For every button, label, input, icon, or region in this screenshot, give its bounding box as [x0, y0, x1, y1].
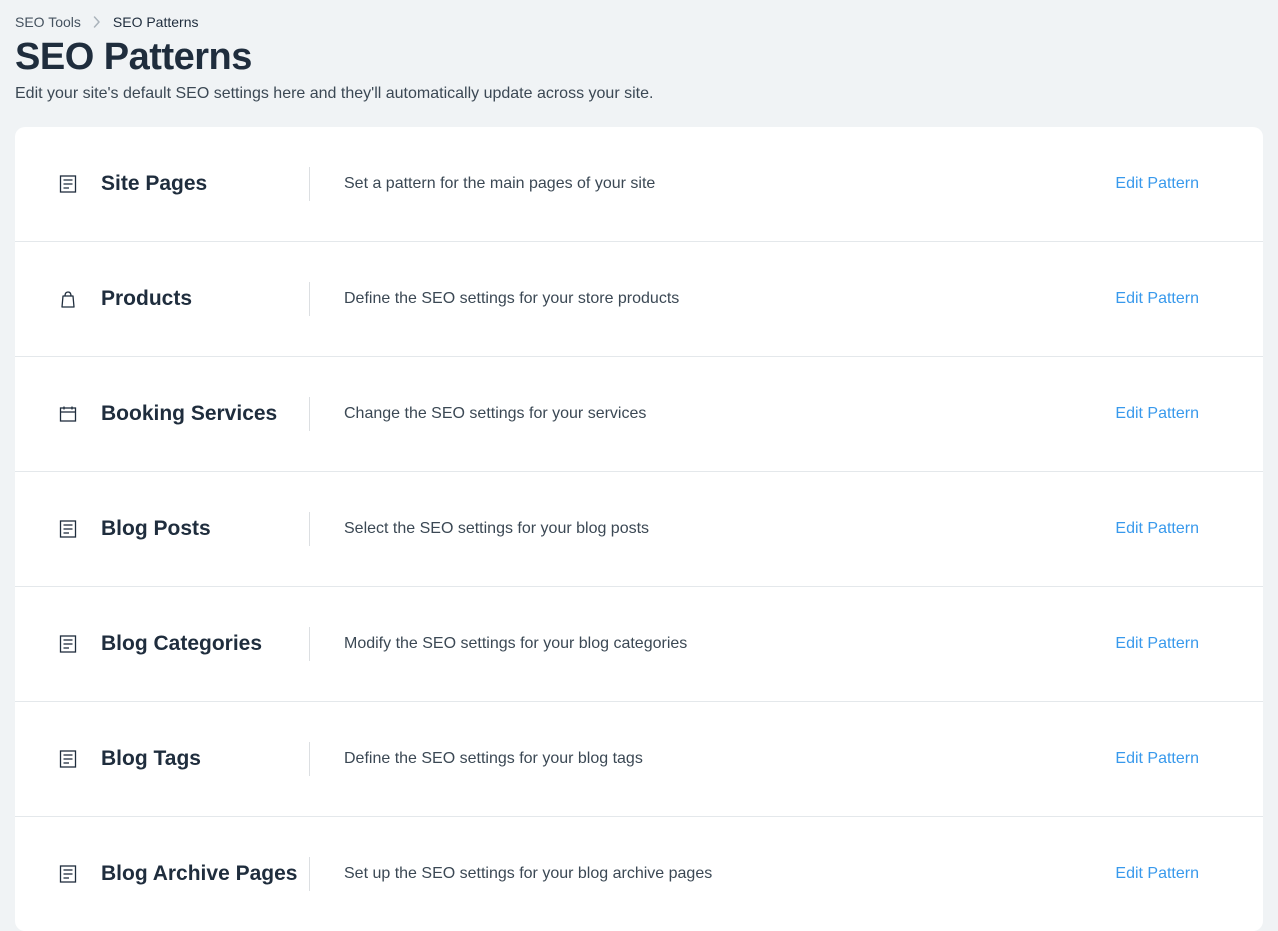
pattern-description: Define the SEO settings for your store p… [344, 290, 1115, 308]
edit-pattern-button[interactable]: Edit Pattern [1115, 405, 1221, 423]
pattern-row-booking-services: Booking Services Change the SEO settings… [15, 357, 1263, 472]
edit-pattern-button[interactable]: Edit Pattern [1115, 290, 1221, 308]
pattern-row-blog-posts: Blog Posts Select the SEO settings for y… [15, 472, 1263, 587]
pattern-title: Products [79, 287, 309, 311]
pattern-title: Blog Posts [79, 517, 309, 541]
page-description: Edit your site's default SEO settings he… [15, 85, 1263, 103]
pattern-row-blog-archive-pages: Blog Archive Pages Set up the SEO settin… [15, 817, 1263, 931]
breadcrumb-current: SEO Patterns [113, 14, 199, 30]
edit-pattern-button[interactable]: Edit Pattern [1115, 175, 1221, 193]
document-icon [57, 175, 79, 193]
pattern-title: Booking Services [79, 402, 309, 426]
document-icon [57, 635, 79, 653]
divider [309, 397, 310, 431]
pattern-row-blog-tags: Blog Tags Define the SEO settings for yo… [15, 702, 1263, 817]
divider [309, 512, 310, 546]
pattern-title: Blog Archive Pages [79, 862, 309, 886]
divider [309, 742, 310, 776]
pattern-row-blog-categories: Blog Categories Modify the SEO settings … [15, 587, 1263, 702]
pattern-description: Define the SEO settings for your blog ta… [344, 750, 1115, 768]
pattern-description: Set up the SEO settings for your blog ar… [344, 865, 1115, 883]
divider [309, 167, 310, 201]
pattern-description: Select the SEO settings for your blog po… [344, 520, 1115, 538]
pattern-title: Site Pages [79, 172, 309, 196]
pattern-row-products: Products Define the SEO settings for you… [15, 242, 1263, 357]
calendar-icon [57, 405, 79, 423]
document-icon [57, 520, 79, 538]
bag-icon [57, 290, 79, 308]
pattern-row-site-pages: Site Pages Set a pattern for the main pa… [15, 127, 1263, 242]
edit-pattern-button[interactable]: Edit Pattern [1115, 865, 1221, 883]
chevron-right-icon [93, 16, 101, 28]
edit-pattern-button[interactable]: Edit Pattern [1115, 750, 1221, 768]
pattern-title: Blog Categories [79, 632, 309, 656]
divider [309, 282, 310, 316]
document-icon [57, 750, 79, 768]
pattern-description: Change the SEO settings for your service… [344, 405, 1115, 423]
pattern-description: Modify the SEO settings for your blog ca… [344, 635, 1115, 653]
pattern-description: Set a pattern for the main pages of your… [344, 175, 1115, 193]
divider [309, 627, 310, 661]
divider [309, 857, 310, 891]
pattern-title: Blog Tags [79, 747, 309, 771]
page-title: SEO Patterns [15, 36, 1263, 79]
document-icon [57, 865, 79, 883]
edit-pattern-button[interactable]: Edit Pattern [1115, 635, 1221, 653]
patterns-list: Site Pages Set a pattern for the main pa… [15, 127, 1263, 931]
breadcrumb-parent[interactable]: SEO Tools [15, 14, 81, 30]
edit-pattern-button[interactable]: Edit Pattern [1115, 520, 1221, 538]
breadcrumb: SEO Tools SEO Patterns [15, 14, 1263, 30]
